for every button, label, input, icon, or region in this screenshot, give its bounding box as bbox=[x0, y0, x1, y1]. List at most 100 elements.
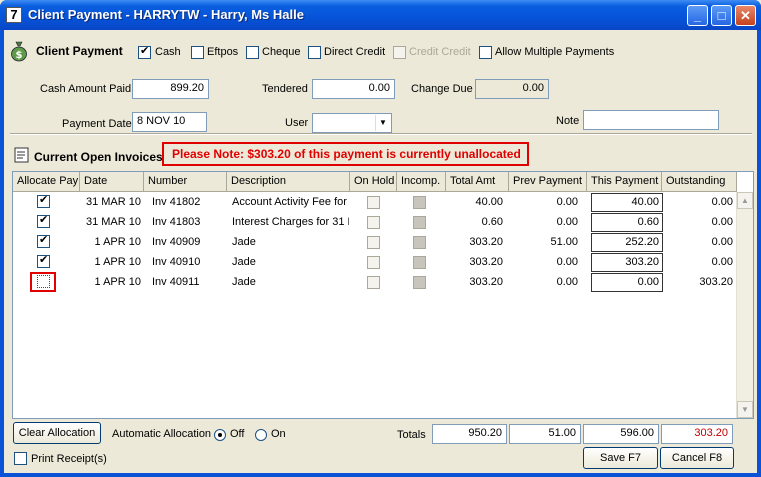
window-client-area: $ Client Payment Cash Eftpos Cheque Dire… bbox=[4, 30, 757, 473]
row-description: Jade bbox=[232, 256, 256, 268]
tendered-field[interactable]: 0.00 bbox=[312, 79, 395, 99]
direct-credit-checkbox[interactable] bbox=[308, 46, 321, 59]
on-hold-checkbox bbox=[367, 276, 380, 289]
allow-multiple-payments-label: Allow Multiple Payments bbox=[495, 46, 615, 58]
note-field[interactable] bbox=[583, 110, 719, 130]
row-prev-payment: 0.00 bbox=[556, 256, 578, 268]
cash-checkbox[interactable] bbox=[138, 44, 151, 59]
col-outstanding[interactable]: Outstanding bbox=[662, 172, 737, 191]
incomp-checkbox bbox=[413, 196, 426, 209]
cheque-label: Cheque bbox=[262, 46, 301, 58]
eftpos-checkbox[interactable] bbox=[191, 46, 204, 59]
totals-label: Totals bbox=[397, 429, 426, 441]
row-outstanding: 0.00 bbox=[711, 196, 733, 208]
col-prev-payment[interactable]: Prev Payment bbox=[509, 172, 587, 191]
clear-allocation-button[interactable]: Clear Allocation bbox=[13, 422, 101, 444]
this-payment-input[interactable]: 0.00 bbox=[591, 273, 663, 292]
money-bag-icon: $ bbox=[11, 41, 27, 62]
outstanding-total: 303.20 bbox=[661, 424, 733, 444]
scroll-down-icon[interactable]: ▼ bbox=[737, 401, 753, 418]
current-open-invoices-heading: Current Open Invoices bbox=[34, 150, 163, 164]
on-hold-checkbox bbox=[367, 256, 380, 269]
this-payment-input[interactable]: 0.60 bbox=[591, 213, 663, 232]
row-total-amt: 0.60 bbox=[481, 216, 503, 228]
user-select[interactable]: ▼ bbox=[312, 113, 392, 133]
row-outstanding: 0.00 bbox=[711, 216, 733, 228]
incomp-checkbox bbox=[413, 276, 426, 289]
incomp-checkbox bbox=[413, 236, 426, 249]
maximize-button[interactable]: □ bbox=[711, 5, 732, 26]
row-number: Inv 40909 bbox=[152, 236, 201, 248]
row-prev-payment: 51.00 bbox=[550, 236, 578, 248]
col-allocate-pay[interactable]: Allocate Pay bbox=[13, 172, 80, 191]
allocate-checkbox[interactable] bbox=[37, 253, 50, 268]
table-row[interactable]: 1 APR 10 Inv 40911 Jade 303.20 0.00 0.00… bbox=[13, 272, 737, 292]
allocate-checkbox[interactable] bbox=[37, 193, 50, 208]
allocate-checkbox[interactable] bbox=[37, 213, 50, 228]
grid-scrollbar[interactable]: ▲ ▼ bbox=[736, 192, 753, 418]
auto-allocation-off-radio[interactable] bbox=[214, 429, 226, 441]
incomp-checkbox bbox=[413, 256, 426, 269]
row-prev-payment: 0.00 bbox=[556, 276, 578, 288]
cash-label: Cash bbox=[155, 46, 181, 58]
credit-credit-checkbox bbox=[393, 46, 406, 59]
incomp-checkbox bbox=[413, 216, 426, 229]
minimize-button[interactable]: _ bbox=[687, 5, 708, 26]
col-on-hold[interactable]: On Hold bbox=[350, 172, 397, 191]
prev-payment-total: 51.00 bbox=[509, 424, 581, 444]
title-bar[interactable]: 7 Client Payment - HARRYTW - Harry, Ms H… bbox=[0, 0, 761, 30]
this-payment-input[interactable]: 252.20 bbox=[591, 233, 663, 252]
payment-date-label: Payment Date bbox=[62, 118, 132, 130]
auto-allocation-on-radio[interactable] bbox=[255, 429, 267, 441]
row-total-amt: 303.20 bbox=[469, 256, 503, 268]
on-hold-checkbox bbox=[367, 216, 380, 229]
cash-amount-paid-field[interactable]: 899.20 bbox=[132, 79, 209, 99]
row-outstanding: 303.20 bbox=[699, 276, 733, 288]
row-description: Jade bbox=[232, 236, 256, 248]
document-icon bbox=[14, 147, 29, 163]
col-description[interactable]: Description bbox=[227, 172, 350, 191]
table-row[interactable]: 1 APR 10 Inv 40910 Jade 303.20 0.00 303.… bbox=[13, 252, 737, 272]
row-date: 1 APR 10 bbox=[94, 276, 141, 288]
table-row[interactable]: 1 APR 10 Inv 40909 Jade 303.20 51.00 252… bbox=[13, 232, 737, 252]
col-total-amt[interactable]: Total Amt bbox=[446, 172, 509, 191]
col-incomp[interactable]: Incomp. bbox=[397, 172, 446, 191]
user-label: User bbox=[285, 117, 309, 129]
allocate-checkbox[interactable] bbox=[37, 275, 50, 288]
cancel-button[interactable]: Cancel F8 bbox=[660, 447, 734, 469]
app-icon: 7 bbox=[6, 7, 22, 23]
automatic-allocation-label: Automatic Allocation bbox=[112, 428, 212, 440]
row-date: 1 APR 10 bbox=[94, 236, 141, 248]
client-payment-heading: Client Payment bbox=[36, 44, 123, 58]
invoices-grid: Allocate Pay Date Number Description On … bbox=[12, 171, 754, 419]
save-button[interactable]: Save F7 bbox=[583, 447, 658, 469]
this-payment-total: 596.00 bbox=[583, 424, 659, 444]
allow-multiple-payments-checkbox[interactable] bbox=[479, 46, 492, 59]
scroll-up-icon[interactable]: ▲ bbox=[737, 192, 753, 209]
chevron-down-icon[interactable]: ▼ bbox=[375, 115, 390, 131]
this-payment-input[interactable]: 303.20 bbox=[591, 253, 663, 272]
payment-date-field[interactable]: 8 NOV 10 bbox=[132, 112, 207, 132]
this-payment-input[interactable]: 40.00 bbox=[591, 193, 663, 212]
print-receipts-checkbox[interactable] bbox=[14, 452, 27, 465]
on-hold-checkbox bbox=[367, 196, 380, 209]
col-this-payment[interactable]: This Payment bbox=[587, 172, 662, 191]
auto-allocation-off-label: Off bbox=[230, 428, 245, 440]
window-title: Client Payment - HARRYTW - Harry, Ms Hal… bbox=[28, 7, 304, 22]
col-number[interactable]: Number bbox=[144, 172, 227, 191]
row-number: Inv 41802 bbox=[152, 196, 201, 208]
row-outstanding: 0.00 bbox=[711, 236, 733, 248]
row-prev-payment: 0.00 bbox=[556, 196, 578, 208]
auto-allocation-on-label: On bbox=[271, 428, 286, 440]
svg-text:$: $ bbox=[16, 50, 23, 61]
table-row[interactable]: 31 MAR 10 Inv 41803 Interest Charges for… bbox=[13, 212, 737, 232]
row-total-amt: 303.20 bbox=[469, 236, 503, 248]
col-date[interactable]: Date bbox=[80, 172, 144, 191]
table-row[interactable]: 31 MAR 10 Inv 41802 Account Activity Fee… bbox=[13, 192, 737, 212]
cash-amount-paid-label: Cash Amount Paid bbox=[40, 83, 132, 95]
close-button[interactable]: ✕ bbox=[735, 5, 756, 26]
row-description: Interest Charges for 31 M bbox=[232, 216, 349, 228]
allocate-checkbox[interactable] bbox=[37, 233, 50, 248]
print-receipts-label: Print Receipt(s) bbox=[31, 453, 107, 465]
cheque-checkbox[interactable] bbox=[246, 46, 259, 59]
